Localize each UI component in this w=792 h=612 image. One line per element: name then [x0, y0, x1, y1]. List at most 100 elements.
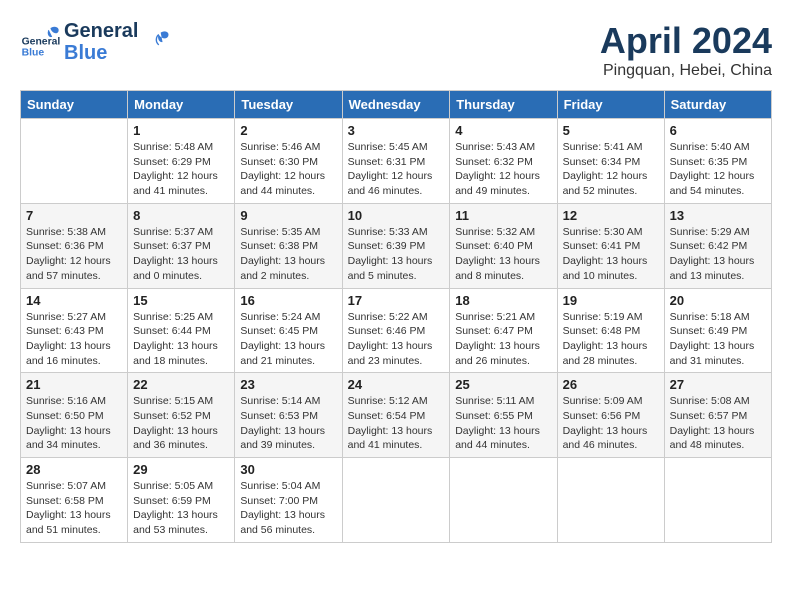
- day-info: Sunrise: 5:32 AMSunset: 6:40 PMDaylight:…: [455, 225, 551, 284]
- bird-icon: [142, 28, 170, 56]
- week-row-2: 7Sunrise: 5:38 AMSunset: 6:36 PMDaylight…: [21, 203, 772, 288]
- day-number: 5: [563, 123, 659, 138]
- day-number: 29: [133, 462, 229, 477]
- day-cell: 23Sunrise: 5:14 AMSunset: 6:53 PMDayligh…: [235, 373, 342, 458]
- day-cell: [342, 458, 450, 543]
- weekday-header-thursday: Thursday: [450, 91, 557, 119]
- day-number: 27: [670, 377, 766, 392]
- day-info: Sunrise: 5:15 AMSunset: 6:52 PMDaylight:…: [133, 394, 229, 453]
- day-cell: 3 Sunrise: 5:45 AMSunset: 6:31 PMDaylight…: [342, 119, 450, 204]
- day-cell: 14 Sunrise: 5:27 AMSunset: 6:43 PMDayligh…: [21, 288, 128, 373]
- weekday-header-row: SundayMondayTuesdayWednesdayThursdayFrid…: [21, 91, 772, 119]
- day-info: Sunrise: 5:12 AMSunset: 6:54 PMDaylight:…: [348, 394, 445, 453]
- week-row-5: 28Sunrise: 5:07 AMSunset: 6:58 PMDayligh…: [21, 458, 772, 543]
- week-row-4: 21Sunrise: 5:16 AMSunset: 6:50 PMDayligh…: [21, 373, 772, 458]
- logo-general: General: [64, 20, 138, 42]
- day-info: Sunrise: 5:43 AMSunset: 6:32 PMDaylight:…: [455, 140, 551, 199]
- day-info: Sunrise: 5:40 AMSunset: 6:35 PMDaylight:…: [670, 140, 766, 199]
- day-cell: [557, 458, 664, 543]
- weekday-header-sunday: Sunday: [21, 91, 128, 119]
- day-cell: 18Sunrise: 5:21 AMSunset: 6:47 PMDayligh…: [450, 288, 557, 373]
- day-info: Sunrise: 5:18 AMSunset: 6:49 PMDaylight:…: [670, 310, 766, 369]
- day-number: 14: [26, 293, 122, 308]
- logo-text: General Blue: [64, 20, 138, 64]
- day-info: Sunrise: 5:48 AMSunset: 6:29 PMDaylight:…: [133, 140, 229, 199]
- day-cell: 20 Sunrise: 5:18 AMSunset: 6:49 PMDayligh…: [664, 288, 771, 373]
- weekday-header-monday: Monday: [128, 91, 235, 119]
- logo-icon: General Blue: [20, 22, 60, 62]
- weekday-header-tuesday: Tuesday: [235, 91, 342, 119]
- day-number: 19: [563, 293, 659, 308]
- day-number: 6: [670, 123, 766, 138]
- day-info: Sunrise: 5:35 AMSunset: 6:38 PMDaylight:…: [240, 225, 336, 284]
- day-cell: 15Sunrise: 5:25 AMSunset: 6:44 PMDayligh…: [128, 288, 235, 373]
- day-cell: 10Sunrise: 5:33 AMSunset: 6:39 PMDayligh…: [342, 203, 450, 288]
- day-number: 25: [455, 377, 551, 392]
- day-number: 7: [26, 208, 122, 223]
- svg-text:General: General: [22, 36, 60, 47]
- day-info: Sunrise: 5:41 AMSunset: 6:34 PMDaylight:…: [563, 140, 659, 199]
- day-cell: 27 Sunrise: 5:08 AMSunset: 6:57 PMDayligh…: [664, 373, 771, 458]
- day-number: 16: [240, 293, 336, 308]
- day-cell: 9 Sunrise: 5:35 AMSunset: 6:38 PMDaylight…: [235, 203, 342, 288]
- day-cell: 6 Sunrise: 5:40 AMSunset: 6:35 PMDaylight…: [664, 119, 771, 204]
- day-info: Sunrise: 5:29 AMSunset: 6:42 PMDaylight:…: [670, 225, 766, 284]
- day-number: 9: [240, 208, 336, 223]
- day-cell: 13 Sunrise: 5:29 AMSunset: 6:42 PMDayligh…: [664, 203, 771, 288]
- day-number: 8: [133, 208, 229, 223]
- day-info: Sunrise: 5:07 AMSunset: 6:58 PMDaylight:…: [26, 479, 122, 538]
- day-cell: 17 Sunrise: 5:22 AMSunset: 6:46 PMDayligh…: [342, 288, 450, 373]
- day-number: 4: [455, 123, 551, 138]
- weekday-header-friday: Friday: [557, 91, 664, 119]
- day-info: Sunrise: 5:22 AMSunset: 6:46 PMDaylight:…: [348, 310, 445, 369]
- day-number: 23: [240, 377, 336, 392]
- title-block: April 2024 Pingquan, Hebei, China: [600, 20, 772, 80]
- day-info: Sunrise: 5:27 AMSunset: 6:43 PMDaylight:…: [26, 310, 122, 369]
- day-number: 12: [563, 208, 659, 223]
- day-info: Sunrise: 5:04 AMSunset: 7:00 PMDaylight:…: [240, 479, 336, 538]
- week-row-1: 1 Sunrise: 5:48 AMSunset: 6:29 PMDaylight…: [21, 119, 772, 204]
- day-cell: 1 Sunrise: 5:48 AMSunset: 6:29 PMDaylight…: [128, 119, 235, 204]
- day-info: Sunrise: 5:37 AMSunset: 6:37 PMDaylight:…: [133, 225, 229, 284]
- svg-text:Blue: Blue: [22, 48, 45, 59]
- day-cell: 5 Sunrise: 5:41 AMSunset: 6:34 PMDaylight…: [557, 119, 664, 204]
- page-header: General Blue General Blue April 2024 Pin…: [20, 20, 772, 80]
- day-cell: 8 Sunrise: 5:37 AMSunset: 6:37 PMDaylight…: [128, 203, 235, 288]
- calendar-table: SundayMondayTuesdayWednesdayThursdayFrid…: [20, 90, 772, 543]
- day-cell: 30Sunrise: 5:04 AMSunset: 7:00 PMDayligh…: [235, 458, 342, 543]
- day-info: Sunrise: 5:24 AMSunset: 6:45 PMDaylight:…: [240, 310, 336, 369]
- day-cell: 26 Sunrise: 5:09 AMSunset: 6:56 PMDayligh…: [557, 373, 664, 458]
- day-number: 13: [670, 208, 766, 223]
- day-cell: 11 Sunrise: 5:32 AMSunset: 6:40 PMDayligh…: [450, 203, 557, 288]
- day-cell: 19Sunrise: 5:19 AMSunset: 6:48 PMDayligh…: [557, 288, 664, 373]
- day-cell: [664, 458, 771, 543]
- day-number: 22: [133, 377, 229, 392]
- day-cell: 25Sunrise: 5:11 AMSunset: 6:55 PMDayligh…: [450, 373, 557, 458]
- weekday-header-saturday: Saturday: [664, 91, 771, 119]
- day-info: Sunrise: 5:45 AMSunset: 6:31 PMDaylight:…: [348, 140, 445, 199]
- day-number: 1: [133, 123, 229, 138]
- day-info: Sunrise: 5:30 AMSunset: 6:41 PMDaylight:…: [563, 225, 659, 284]
- day-info: Sunrise: 5:08 AMSunset: 6:57 PMDaylight:…: [670, 394, 766, 453]
- day-number: 11: [455, 208, 551, 223]
- week-row-3: 14 Sunrise: 5:27 AMSunset: 6:43 PMDayligh…: [21, 288, 772, 373]
- day-number: 2: [240, 123, 336, 138]
- day-number: 17: [348, 293, 445, 308]
- day-cell: 12 Sunrise: 5:30 AMSunset: 6:41 PMDayligh…: [557, 203, 664, 288]
- day-number: 18: [455, 293, 551, 308]
- day-info: Sunrise: 5:05 AMSunset: 6:59 PMDaylight:…: [133, 479, 229, 538]
- day-number: 3: [348, 123, 445, 138]
- month-title: April 2024: [600, 20, 772, 62]
- day-info: Sunrise: 5:33 AMSunset: 6:39 PMDaylight:…: [348, 225, 445, 284]
- day-number: 15: [133, 293, 229, 308]
- day-cell: 29 Sunrise: 5:05 AMSunset: 6:59 PMDayligh…: [128, 458, 235, 543]
- day-number: 20: [670, 293, 766, 308]
- day-info: Sunrise: 5:09 AMSunset: 6:56 PMDaylight:…: [563, 394, 659, 453]
- day-number: 24: [348, 377, 445, 392]
- day-cell: 2Sunrise: 5:46 AMSunset: 6:30 PMDaylight…: [235, 119, 342, 204]
- day-cell: [21, 119, 128, 204]
- day-cell: 16 Sunrise: 5:24 AMSunset: 6:45 PMDayligh…: [235, 288, 342, 373]
- logo-blue: Blue: [64, 42, 138, 64]
- day-number: 26: [563, 377, 659, 392]
- day-cell: 22 Sunrise: 5:15 AMSunset: 6:52 PMDayligh…: [128, 373, 235, 458]
